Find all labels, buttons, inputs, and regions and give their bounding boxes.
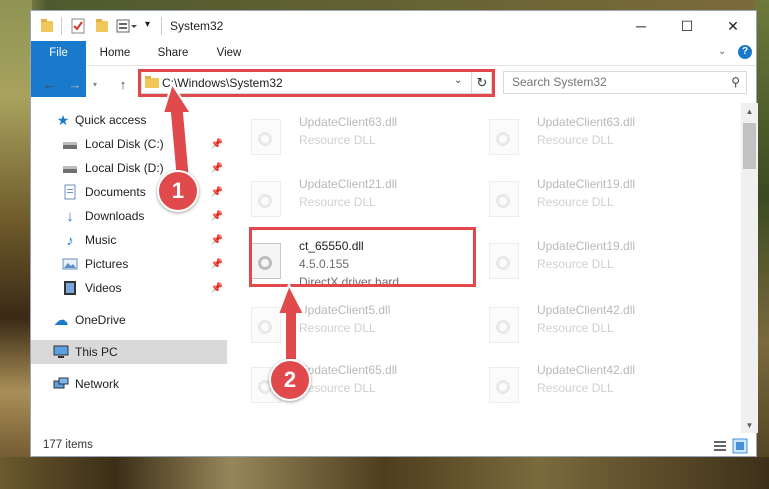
callout-badge-1: 1 <box>157 170 199 212</box>
callout-arrow-1 <box>161 81 193 181</box>
callout-badge-2: 2 <box>269 359 311 401</box>
annotation-layer <box>161 81 306 361</box>
callout-arrow-2 <box>276 282 306 361</box>
